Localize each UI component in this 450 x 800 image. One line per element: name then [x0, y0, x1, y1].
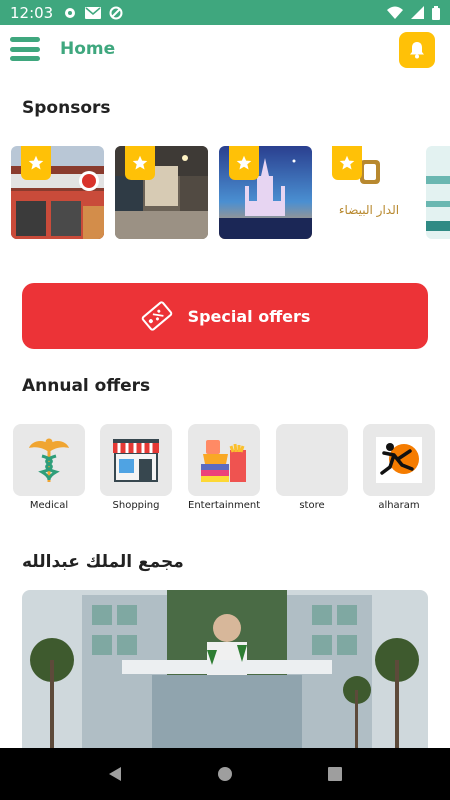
- sponsor-card[interactable]: [115, 146, 208, 239]
- bell-icon: [410, 42, 424, 59]
- signal-icon: [411, 6, 424, 19]
- category-label: Shopping: [112, 500, 160, 511]
- back-icon[interactable]: [106, 765, 124, 783]
- annual-offers-heading: Annual offers: [22, 376, 151, 396]
- mail-icon: [85, 6, 102, 19]
- mall-heading: مجمع الملك عبدالله: [22, 552, 184, 572]
- category-label: Entertainment: [188, 500, 261, 511]
- sponsor-logo-text: الدار البيضاء: [339, 203, 399, 218]
- hamburger-icon: [10, 37, 40, 42]
- sponsors-heading: Sponsors: [22, 98, 111, 118]
- star-icon: [28, 155, 44, 170]
- sponsor-card[interactable]: [426, 146, 450, 239]
- star-icon: [132, 155, 148, 170]
- battery-icon: [432, 5, 440, 20]
- favorite-badge: [332, 146, 362, 180]
- sponsor-image: [426, 146, 450, 239]
- star-icon: [339, 155, 355, 170]
- settings-icon: [65, 7, 76, 18]
- wifi-icon: [387, 6, 403, 19]
- category-shopping[interactable]: Shopping: [100, 424, 172, 511]
- category-tile: [13, 424, 85, 496]
- data-saver-icon: [109, 6, 123, 19]
- category-tile: [100, 424, 172, 496]
- caduceus-icon: [29, 438, 69, 482]
- status-notification-icons: [63, 6, 123, 20]
- category-entertainment[interactable]: Entertainment: [188, 424, 260, 511]
- category-tile: [276, 424, 348, 496]
- mall-image[interactable]: [22, 590, 428, 750]
- mall-building-image: [22, 590, 428, 750]
- discount-tag-icon: [141, 301, 172, 331]
- home-icon[interactable]: [216, 765, 234, 783]
- category-label: alharam: [378, 500, 420, 511]
- category-tile: [188, 424, 260, 496]
- hamburger-icon-line: [10, 46, 40, 52]
- notifications-button[interactable]: [399, 32, 435, 68]
- special-offers-label: Special offers: [187, 306, 311, 326]
- app-bar: Home: [0, 25, 450, 75]
- category-tile: [363, 424, 435, 496]
- category-alharam[interactable]: alharam: [363, 424, 435, 511]
- favorite-badge: [125, 146, 155, 180]
- runner-logo-icon: [376, 437, 422, 483]
- favorite-badge: [229, 146, 259, 180]
- favorite-badge: [21, 146, 51, 180]
- sponsor-card[interactable]: [219, 146, 312, 239]
- menu-button[interactable]: [10, 37, 40, 61]
- status-system-icons: [387, 5, 440, 20]
- category-medical[interactable]: Medical: [13, 424, 85, 511]
- recents-icon[interactable]: [326, 765, 344, 783]
- sponsors-carousel[interactable]: الدار البيضاء: [0, 146, 450, 240]
- food-stack-icon: [201, 440, 246, 482]
- system-navigation-bar: [0, 748, 450, 800]
- category-label: Medical: [29, 500, 69, 511]
- sponsor-card[interactable]: الدار البيضاء: [322, 146, 415, 239]
- sponsor-card[interactable]: [11, 146, 104, 239]
- status-bar: 12:03: [0, 0, 450, 25]
- star-icon: [236, 155, 252, 170]
- hamburger-icon-line: [10, 56, 40, 61]
- category-label: store: [299, 500, 325, 511]
- category-store[interactable]: store: [276, 424, 348, 511]
- storefront-icon: [113, 439, 159, 482]
- status-time: 12:03: [10, 3, 54, 22]
- page-title: Home: [60, 39, 116, 59]
- special-offers-button[interactable]: Special offers: [22, 283, 428, 349]
